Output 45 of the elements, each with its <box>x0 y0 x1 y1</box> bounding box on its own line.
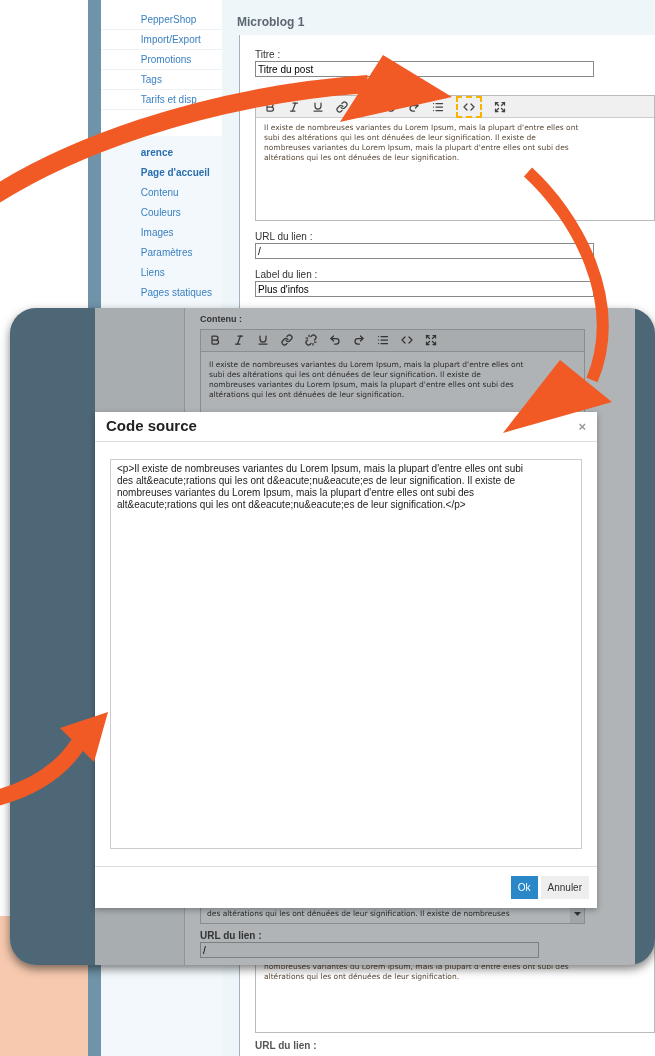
field-label: URL du lien : <box>255 231 314 243</box>
list-icon[interactable] <box>377 334 389 346</box>
bold-icon[interactable] <box>209 334 221 346</box>
input-field[interactable]: Plus d'infos <box>255 281 594 297</box>
link-icon[interactable] <box>281 334 293 346</box>
undo-icon[interactable] <box>329 334 341 346</box>
unlink-icon[interactable] <box>305 334 317 346</box>
field-label: Titre : <box>255 49 282 61</box>
fullscreen-icon[interactable] <box>425 334 437 346</box>
input-field[interactable]: / <box>255 243 594 259</box>
sidebar-item[interactable]: Couleurs <box>140 204 181 220</box>
field-label: Label du lien : <box>255 269 319 281</box>
code-textarea[interactable]: <p>Il existe de nombreuses variantes du Lorem Ipsum, mais la plupart d'entre elles ont subi des alt&eacute;rations qui les ont d&eacute;nu&eacute;es de leur signification. Il existe de nombreuses variantes du Lorem Ipsum, mais la plupart d'entre elles ont subi des alt&eacute;rations qui les ont d&eacute;nu&eacute;es de leur signification.</p> <box>110 459 582 849</box>
code-icon[interactable] <box>401 334 413 346</box>
italic-icon[interactable] <box>233 334 245 346</box>
field-label: URL du lien : <box>200 930 263 942</box>
sidebar-item[interactable]: Import/Export <box>140 32 201 47</box>
sidebar-item[interactable]: Paramètres <box>140 244 193 260</box>
input-field[interactable]: / <box>200 942 539 958</box>
field-label: Contenu : <box>200 313 243 326</box>
dialog-title: Code source <box>106 416 197 437</box>
input-field[interactable]: Titre du post <box>255 61 594 77</box>
sidebar-item[interactable]: Contenu <box>140 184 179 200</box>
underline-icon[interactable] <box>312 100 324 113</box>
link-icon[interactable] <box>336 100 348 113</box>
caret-icon <box>573 912 581 916</box>
close-button[interactable]: × <box>578 420 586 433</box>
underline-icon[interactable] <box>257 334 269 346</box>
ok-button[interactable]: Ok <box>510 876 538 899</box>
sidebar-item[interactable]: Images <box>140 224 174 240</box>
sidebar-item[interactable]: Promotions <box>140 52 192 67</box>
list-icon[interactable] <box>432 100 444 113</box>
sidebar-item[interactable]: Tags <box>140 72 162 87</box>
redo-icon[interactable] <box>353 334 365 346</box>
cancel-button[interactable]: Annuler <box>540 876 589 899</box>
field-label: URL du lien : <box>255 1039 318 1053</box>
sidebar-item[interactable]: Tarifs et disp <box>140 92 197 107</box>
fullscreen-icon[interactable] <box>494 100 506 113</box>
italic-icon[interactable] <box>288 100 300 113</box>
sidebar-item[interactable]: Pages statiques <box>140 284 212 300</box>
sidebar-item[interactable]: Liens <box>140 264 165 280</box>
sidebar-item[interactable]: PepperShop <box>140 12 197 27</box>
sidebar-item[interactable]: arence <box>140 144 174 160</box>
page-title: Microblog 1 <box>237 14 306 29</box>
sidebar-item[interactable]: Page d'accueil <box>140 164 210 180</box>
